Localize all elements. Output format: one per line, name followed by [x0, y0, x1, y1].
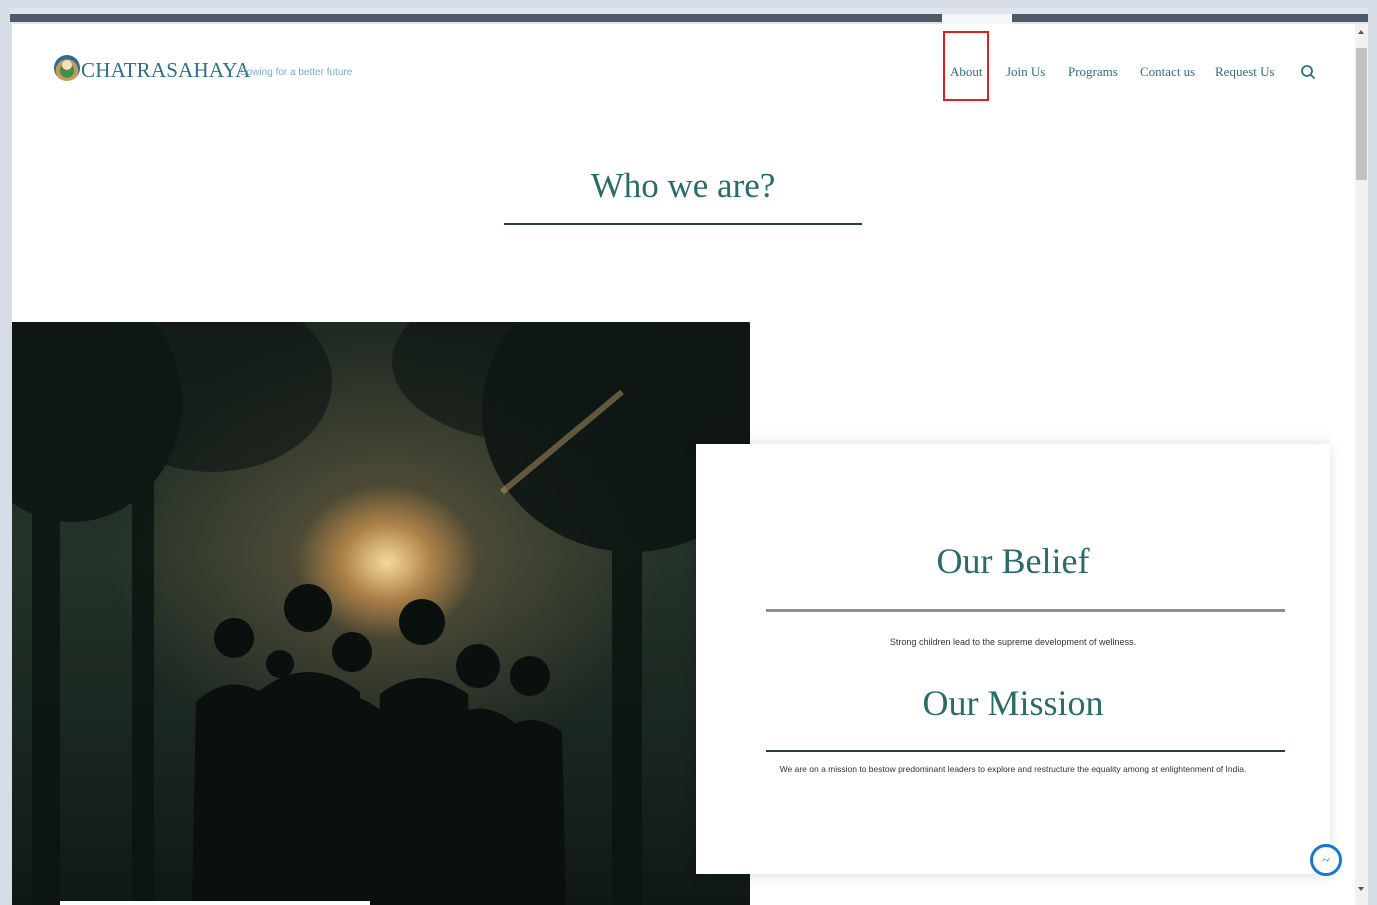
messenger-icon: [1321, 857, 1331, 862]
hero-photo: [12, 322, 750, 905]
nav-contact-us[interactable]: Contact us: [1140, 64, 1195, 80]
nav-programs[interactable]: Programs: [1068, 64, 1118, 80]
scrollbar-thumb[interactable]: [1356, 48, 1367, 180]
search-icon[interactable]: [1300, 64, 1316, 80]
belief-text: Strong children lead to the supreme deve…: [889, 637, 1137, 647]
mission-divider: [766, 750, 1285, 752]
about-highlight-box: [943, 31, 989, 101]
logo-icon[interactable]: [54, 55, 80, 81]
brand-name[interactable]: CHATRASAHAYA: [81, 58, 251, 83]
page-heading: Who we are?: [590, 166, 776, 205]
belief-mission-card: Our Belief Strong children lead to the s…: [696, 444, 1330, 874]
scroll-up-arrow[interactable]: [1358, 30, 1364, 34]
heading-underline: [504, 223, 862, 225]
mission-title: Our Mission: [922, 683, 1104, 723]
browser-top-bar: [10, 8, 1368, 24]
messenger-button[interactable]: [1310, 844, 1342, 876]
mission-text: We are on a mission to bestow predominan…: [779, 764, 1247, 774]
bottom-strip: [60, 901, 370, 905]
nav-join-us[interactable]: Join Us: [1006, 64, 1045, 80]
browser-toolbar-strip: [10, 14, 1368, 22]
belief-divider: [766, 609, 1285, 612]
tagline: Sowing for a better future: [240, 67, 353, 78]
scroll-down-arrow[interactable]: [1358, 887, 1364, 891]
hero-photo-silhouettes: [12, 322, 750, 905]
active-tab-indicator: [942, 14, 1012, 24]
belief-title: Our Belief: [936, 541, 1090, 581]
nav-request-us[interactable]: Request Us: [1215, 64, 1275, 80]
web-page: CHATRASAHAYA Sowing for a better future …: [12, 24, 1355, 905]
